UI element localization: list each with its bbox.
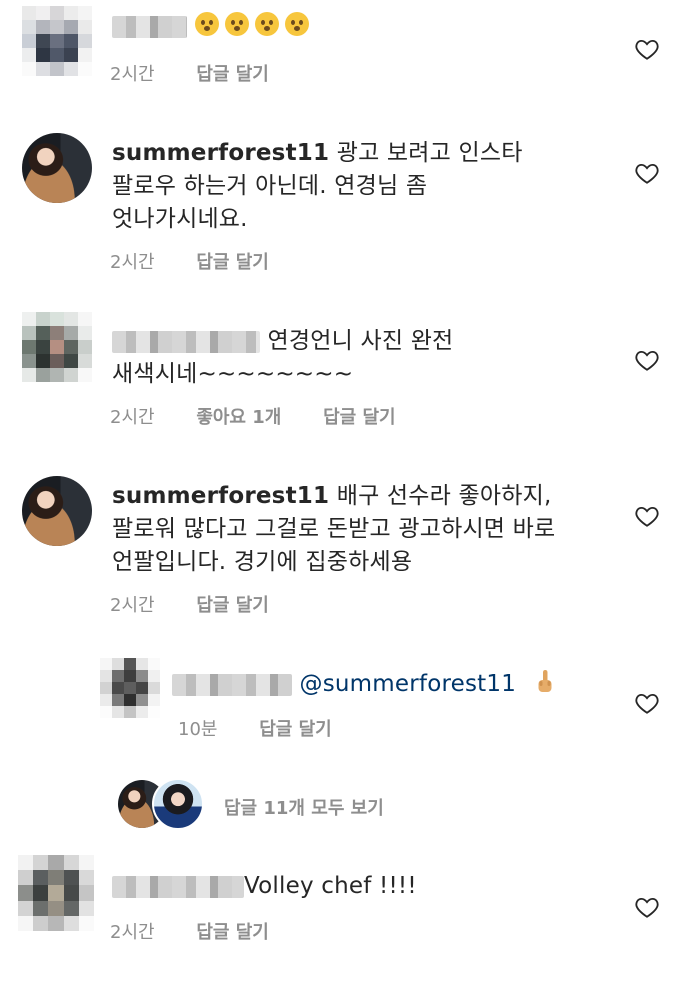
hushed-face-emoji-icon [254, 12, 279, 36]
avatar[interactable] [100, 658, 160, 718]
comment-line-1: Volley chef !!!! [244, 873, 417, 899]
hushed-face-emoji-icon [224, 12, 249, 36]
comment-text: 연경언니 사진 완전 새색시네~~~~~~~~ [112, 325, 453, 391]
reply-button[interactable]: 답글 달기 [196, 64, 269, 85]
comment-time: 2시간 [110, 922, 155, 943]
avatar[interactable] [22, 476, 92, 546]
comment-text: summerforest11 배구 선수라 좋아하지, 팔로워 많다고 그걸로 … [112, 480, 555, 579]
comment-meta: 2시간 답글 달기 [110, 918, 305, 944]
comment-line-1: 광고 보려고 인스타 [336, 140, 523, 166]
comment-time: 10분 [178, 719, 218, 740]
reply-button[interactable]: 답글 달기 [196, 252, 269, 273]
hushed-face-emoji-icon [284, 12, 309, 36]
reply-avatar-2 [152, 778, 204, 830]
comment-meta: 2시간 답글 달기 [110, 591, 305, 617]
heart-icon[interactable] [634, 894, 660, 920]
avatar[interactable] [22, 312, 92, 382]
avatar[interactable] [22, 133, 92, 203]
comment-text [112, 10, 315, 43]
comment-time: 2시간 [110, 252, 155, 273]
comment-time: 2시간 [110, 407, 155, 428]
avatar[interactable] [18, 855, 94, 931]
emoji-group [194, 12, 315, 39]
reply-button[interactable]: 답글 달기 [323, 407, 396, 428]
comment-line-2: 팔로우 하는거 아닌데. 연경님 좀 [112, 173, 428, 199]
comment-text: Volley chef !!!! [112, 870, 417, 903]
comment-text: summerforest11 광고 보려고 인스타 팔로우 하는거 아닌데. 연… [112, 137, 523, 236]
reply-button[interactable]: 답글 달기 [259, 719, 332, 740]
comment-meta: 2시간 답글 달기 [110, 60, 305, 86]
heart-icon[interactable] [634, 36, 660, 62]
comment-line-1: 연경언니 사진 완전 [267, 328, 454, 354]
heart-icon[interactable] [634, 690, 660, 716]
username-blurred[interactable] [112, 15, 187, 38]
comment-line-3: 엇나가시네요. [112, 206, 248, 232]
comment-line-2: 팔로워 많다고 그걸로 돈받고 광고하시면 바로 [112, 516, 556, 542]
comment-line-2: 새색시네~~~~~~~~ [112, 361, 354, 387]
heart-icon[interactable] [634, 347, 660, 373]
username[interactable]: summerforest11 [112, 140, 329, 166]
view-replies-button[interactable]: 답글 11개 모두 보기 [224, 794, 384, 820]
heart-icon[interactable] [634, 503, 660, 529]
avatar[interactable] [22, 6, 92, 76]
comment-text: @summerforest11 [172, 668, 554, 701]
comment-meta: 2시간 좋아요 1개 답글 달기 [110, 403, 432, 429]
username-blurred[interactable] [112, 330, 260, 353]
middle-finger-emoji-icon [538, 670, 552, 692]
reply-button[interactable]: 답글 달기 [196, 595, 269, 616]
comment-line-1: 배구 선수라 좋아하지, [336, 483, 552, 509]
hushed-face-emoji-icon [194, 12, 219, 36]
username-blurred[interactable] [112, 875, 244, 898]
mention-link[interactable]: @summerforest11 [300, 671, 517, 697]
profile-photo [22, 133, 92, 203]
reply-button[interactable]: 답글 달기 [196, 922, 269, 943]
comment-time: 2시간 [110, 595, 155, 616]
comment-meta: 2시간 답글 달기 [110, 248, 305, 274]
comment-meta: 10분 답글 달기 [178, 715, 368, 741]
profile-photo [22, 476, 92, 546]
likes-count[interactable]: 좋아요 1개 [196, 407, 281, 428]
username[interactable]: summerforest11 [112, 483, 329, 509]
comment-time: 2시간 [110, 64, 155, 85]
comment-line-3: 언팔입니다. 경기에 집중하세용 [112, 549, 413, 575]
heart-icon[interactable] [634, 160, 660, 186]
username-blurred[interactable] [172, 673, 292, 696]
